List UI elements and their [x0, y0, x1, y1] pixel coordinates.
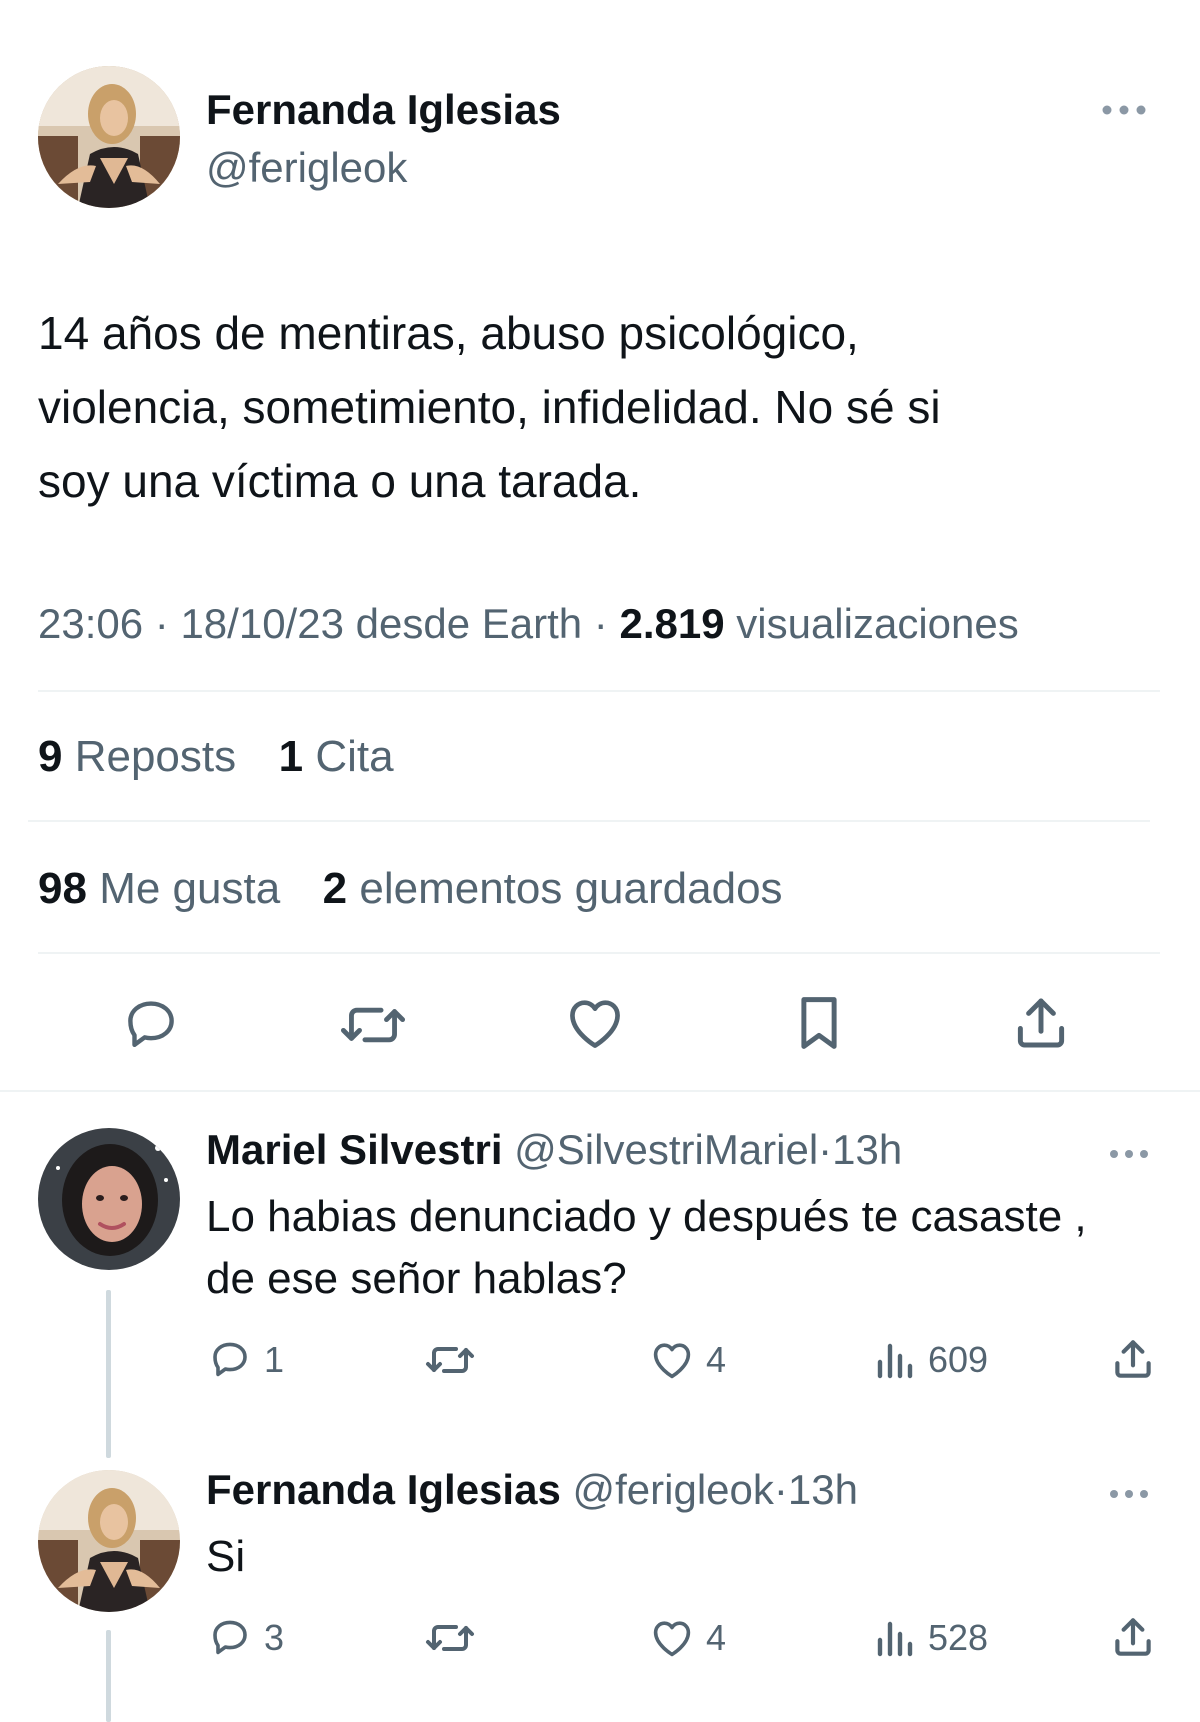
avatar-photo-fernanda — [38, 1470, 180, 1612]
reply-text: Lo habias denunciado y después te casast… — [206, 1186, 1087, 1310]
divider — [38, 952, 1160, 954]
repost-icon — [426, 1347, 474, 1373]
views-count: 2.819 — [619, 600, 725, 647]
tweet-text: 14 años de mentiras, abuso psicológico, … — [38, 296, 1168, 518]
tweet-time[interactable]: 23:06 — [38, 600, 143, 647]
like-icon — [653, 1621, 691, 1657]
reply-share-button[interactable] — [1108, 1334, 1158, 1384]
reply-views-button[interactable]: 609 — [870, 1336, 988, 1384]
reply-views-count: 528 — [928, 1617, 989, 1658]
divider — [0, 1090, 1200, 1092]
reply-repost-button[interactable] — [424, 1614, 486, 1662]
reply-author-name[interactable]: Mariel Silvestri — [206, 1126, 502, 1173]
reply-reply-button[interactable]: 3 — [206, 1614, 284, 1662]
tweet-text-line: 14 años de mentiras, abuso psicológico, — [38, 307, 859, 359]
reply-text-line: Lo habias denunciado y después te casast… — [206, 1192, 1087, 1241]
reply-icon — [128, 1001, 174, 1047]
share-icon — [1115, 1618, 1151, 1656]
analytics-icon — [877, 1621, 913, 1657]
thread-connector-line — [106, 1290, 111, 1458]
reply-repost-button[interactable] — [424, 1336, 486, 1384]
analytics-icon — [877, 1343, 913, 1379]
author-handle[interactable]: @ferigleok — [206, 144, 407, 192]
reply-time[interactable]: 13h — [832, 1126, 902, 1173]
more-horizontal-icon — [1110, 1490, 1148, 1498]
likes-stat[interactable]: 98 Me gusta — [38, 864, 292, 913]
reply-icon — [213, 1342, 247, 1377]
reply-like-count: 4 — [706, 1339, 727, 1380]
divider — [28, 820, 1150, 822]
likes-count: 98 — [38, 864, 87, 913]
reply-like-count: 4 — [706, 1617, 727, 1658]
reply-share-button[interactable] — [1108, 1612, 1158, 1662]
meta-separator: · — [154, 600, 169, 647]
bookmarks-stat[interactable]: 2 elementos guardados — [323, 864, 783, 913]
reply-more-button[interactable] — [1106, 1142, 1152, 1171]
reply-like-button[interactable]: 4 — [648, 1614, 726, 1662]
reply-icon — [213, 1620, 247, 1655]
more-horizontal-icon — [1110, 1150, 1148, 1158]
repost-stats-row: 9 Reposts 1 Cita — [38, 732, 394, 782]
author-avatar[interactable] — [38, 66, 180, 208]
reply-reply-count: 1 — [264, 1339, 285, 1380]
reply-text-line: Si — [206, 1532, 246, 1581]
reply-header: Fernanda Iglesias @ferigleok·13h — [206, 1466, 858, 1514]
like-icon — [570, 1000, 620, 1048]
reply-separator: · — [773, 1466, 788, 1513]
reply-author-handle[interactable]: @SilvestriMariel — [514, 1126, 818, 1173]
quotes-count: 1 — [278, 732, 304, 781]
tweet-date[interactable]: 18/10/23 — [180, 600, 344, 647]
author-name[interactable]: Fernanda Iglesias — [206, 86, 561, 134]
reposts-label: Reposts — [74, 732, 237, 781]
share-button[interactable] — [1008, 990, 1074, 1056]
reply-like-button[interactable]: 4 — [648, 1336, 726, 1384]
reply-more-button[interactable] — [1106, 1482, 1152, 1511]
reply-reply-count: 3 — [264, 1617, 285, 1658]
like-stats-row: 98 Me gusta 2 elementos guardados — [38, 864, 783, 914]
tweet-meta: 23:06 · 18/10/23 desde Earth · 2.819 vis… — [38, 600, 1019, 648]
avatar-photo-mariel — [38, 1128, 180, 1270]
views-label: visualizaciones — [736, 600, 1019, 647]
bookmarks-label: elementos guardados — [359, 864, 783, 913]
reposts-count: 9 — [38, 732, 63, 781]
reply-views-button[interactable]: 528 — [870, 1614, 988, 1662]
share-icon — [1017, 998, 1065, 1048]
bookmarks-count: 2 — [322, 864, 348, 913]
repost-button[interactable] — [338, 992, 408, 1058]
tweet-source: desde Earth — [355, 600, 583, 647]
reply-avatar[interactable] — [38, 1128, 180, 1270]
reply-time[interactable]: 13h — [788, 1466, 858, 1513]
likes-label: Me gusta — [99, 864, 281, 913]
bookmark-icon — [801, 997, 837, 1049]
repost-icon — [340, 1007, 406, 1043]
like-icon — [653, 1343, 691, 1379]
reply-text: Si — [206, 1526, 245, 1588]
reposts-stat[interactable]: 9 Reposts — [38, 732, 248, 781]
quotes-stat[interactable]: 1 Cita — [279, 732, 394, 781]
reply-separator: · — [818, 1126, 833, 1173]
reply-views-count: 609 — [928, 1339, 989, 1380]
reply-author-handle[interactable]: @ferigleok — [572, 1466, 773, 1513]
meta-separator: · — [593, 600, 608, 647]
tweet-text-line: violencia, sometimiento, infidelidad. No… — [38, 381, 941, 433]
more-horizontal-icon — [1102, 105, 1146, 115]
reply-text-line: de ese señor hablas? — [206, 1254, 627, 1303]
reply-reply-button[interactable]: 1 — [206, 1336, 284, 1384]
divider — [38, 690, 1160, 692]
like-button[interactable] — [562, 990, 628, 1056]
bookmark-button[interactable] — [786, 990, 852, 1056]
reply-author-name[interactable]: Fernanda Iglesias — [206, 1466, 561, 1513]
tweet-text-line: soy una víctima o una tarada. — [38, 455, 642, 507]
avatar-photo-fernanda — [38, 66, 180, 208]
more-options-button[interactable] — [1098, 96, 1150, 124]
quotes-label: Cita — [315, 732, 394, 781]
repost-icon — [426, 1625, 474, 1651]
share-icon — [1115, 1340, 1151, 1378]
reply-button[interactable] — [118, 992, 184, 1058]
thread-connector-line — [106, 1630, 111, 1722]
reply-avatar[interactable] — [38, 1470, 180, 1612]
reply-header: Mariel Silvestri @SilvestriMariel·13h — [206, 1126, 902, 1174]
